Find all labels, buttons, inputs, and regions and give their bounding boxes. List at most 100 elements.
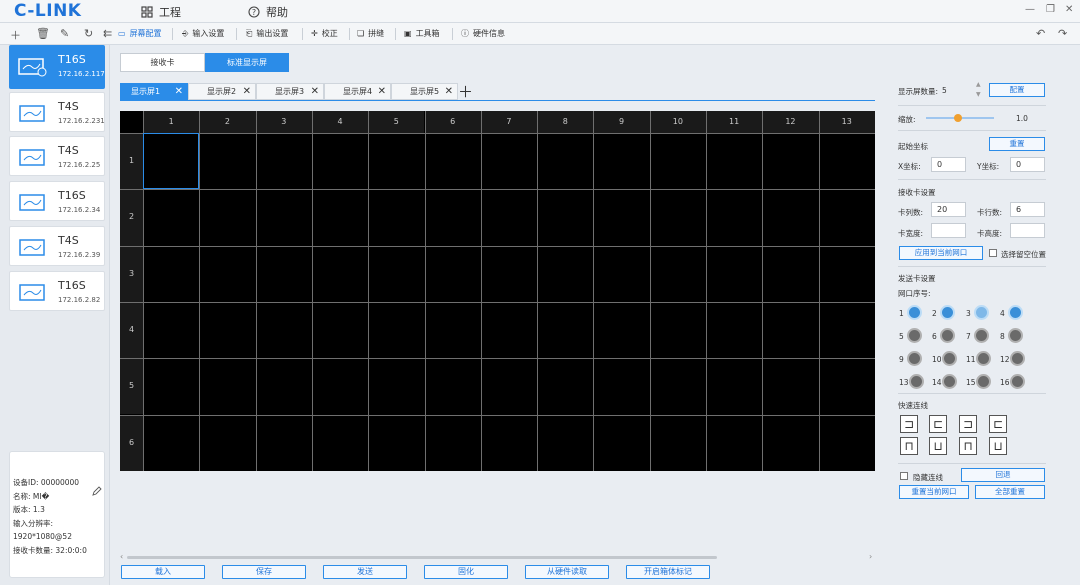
- card-rows-input[interactable]: 6: [1010, 202, 1045, 217]
- quick-connect-pattern-icon[interactable]: ⊔: [929, 437, 947, 455]
- network-port-icon[interactable]: [940, 328, 955, 343]
- tool-output-settings[interactable]: ⎗ 输出设置: [246, 28, 288, 39]
- config-button[interactable]: 配置: [989, 83, 1045, 97]
- network-port-icon[interactable]: [1008, 305, 1023, 320]
- card-width-input[interactable]: [931, 223, 966, 238]
- network-port-icon[interactable]: [907, 351, 922, 366]
- scroll-right-icon[interactable]: ›: [869, 552, 872, 561]
- quick-connect-pattern-icon[interactable]: ⊓: [900, 437, 918, 455]
- close-icon[interactable]: ✕: [175, 84, 183, 100]
- screen-tab-label: 显示屏4: [343, 87, 373, 96]
- horizontal-scrollbar[interactable]: ‹ ›: [120, 552, 875, 561]
- zoom-slider-handle[interactable]: [954, 114, 962, 122]
- tool-screen-config[interactable]: ▭ 屏幕配置: [118, 28, 162, 39]
- network-port-icon[interactable]: [909, 374, 924, 389]
- reset-coord-button[interactable]: 重置: [989, 137, 1045, 151]
- send-button[interactable]: 发送: [323, 565, 407, 579]
- add-tab-icon[interactable]: ＋: [458, 81, 473, 102]
- x-coord-input[interactable]: 0: [931, 157, 966, 172]
- menu-help[interactable]: ? 帮助: [248, 4, 288, 20]
- tool-calibration[interactable]: ✛ 校正: [311, 28, 338, 39]
- card-cols-input[interactable]: 20: [931, 202, 966, 217]
- undo-icon[interactable]: ↶: [1036, 27, 1045, 40]
- network-port-icon[interactable]: [942, 351, 957, 366]
- zoom-value[interactable]: 1.0: [1016, 114, 1028, 123]
- edit-icon[interactable]: ✎: [60, 27, 69, 40]
- network-port-icon[interactable]: [974, 328, 989, 343]
- screen-tab-2[interactable]: 显示屏2 ✕: [188, 83, 256, 100]
- network-port-icon[interactable]: [907, 305, 922, 320]
- scroll-left-icon[interactable]: ‹: [120, 552, 123, 561]
- tool-seam[interactable]: ❏ 拼缝: [357, 28, 384, 39]
- tool-input-settings[interactable]: ⎆ 输入设置: [182, 28, 224, 39]
- device-item-4[interactable]: T16S 172.16.2.34: [9, 181, 105, 221]
- toolbar-divider: [172, 28, 173, 40]
- port-number: 10: [932, 355, 942, 364]
- network-port-icon[interactable]: [940, 305, 955, 320]
- save-button[interactable]: 保存: [222, 565, 306, 579]
- undo-button[interactable]: 回退: [961, 468, 1045, 482]
- scrollbar-thumb[interactable]: [127, 556, 717, 559]
- reset-all-button[interactable]: 全部重置: [975, 485, 1045, 499]
- minimize-icon[interactable]: —: [1025, 4, 1035, 15]
- screen-count-value[interactable]: 5: [942, 86, 947, 95]
- close-icon[interactable]: ✕: [1065, 4, 1073, 15]
- screen-tab-1[interactable]: 显示屏1 ✕: [120, 83, 188, 100]
- selected-cell[interactable]: [143, 133, 199, 189]
- close-icon[interactable]: ✕: [378, 84, 386, 100]
- device-item-6[interactable]: T16S 172.16.2.82: [9, 271, 105, 311]
- tab-standard-screen[interactable]: 标准显示屏: [205, 53, 289, 72]
- y-coord-input[interactable]: 0: [1010, 157, 1045, 172]
- load-button[interactable]: 载入: [121, 565, 205, 579]
- spin-up-icon[interactable]: ▲: [976, 81, 981, 88]
- screen-tab-4[interactable]: 显示屏4 ✕: [324, 83, 391, 100]
- port-number: 8: [1000, 332, 1005, 341]
- add-icon[interactable]: ＋: [10, 27, 21, 43]
- quick-connect-pattern-icon[interactable]: ⊐: [959, 415, 977, 433]
- redo-icon[interactable]: ↷: [1058, 27, 1067, 40]
- network-port-icon[interactable]: [1010, 351, 1025, 366]
- close-icon[interactable]: ✕: [311, 84, 319, 100]
- grid-mark-button[interactable]: 开启箱体标记: [626, 565, 710, 579]
- close-icon[interactable]: ✕: [445, 84, 453, 100]
- network-port-icon[interactable]: [1010, 374, 1025, 389]
- device-item-1[interactable]: T16S 172.16.2.117: [9, 45, 105, 89]
- solidify-button[interactable]: 固化: [424, 565, 508, 579]
- tab-receive-card[interactable]: 接收卡: [120, 53, 205, 72]
- grid-column-header: 8: [537, 111, 594, 133]
- reset-current-port-button[interactable]: 重置当前网口: [899, 485, 969, 499]
- pencil-icon[interactable]: [92, 486, 102, 496]
- network-port-icon[interactable]: [974, 305, 989, 320]
- quick-connect-pattern-icon[interactable]: ⊏: [989, 415, 1007, 433]
- network-port-icon[interactable]: [907, 328, 922, 343]
- close-icon[interactable]: ✕: [243, 84, 251, 100]
- screen-tab-5[interactable]: 显示屏5 ✕: [391, 83, 458, 100]
- select-empty-checkbox[interactable]: [989, 249, 997, 257]
- spin-down-icon[interactable]: ▼: [976, 91, 981, 98]
- tool-toolbox[interactable]: ▣ 工具箱: [404, 28, 440, 39]
- quick-connect-pattern-icon[interactable]: ⊓: [959, 437, 977, 455]
- delete-icon[interactable]: 🗑: [36, 27, 50, 40]
- tool-hardware-info[interactable]: ⓘ 硬件信息: [461, 28, 505, 39]
- apply-port-button[interactable]: 应用到当前网口: [899, 246, 983, 260]
- quick-connect-pattern-icon[interactable]: ⊏: [929, 415, 947, 433]
- network-port-icon[interactable]: [976, 351, 991, 366]
- read-from-hardware-button[interactable]: 从硬件读取: [525, 565, 609, 579]
- device-item-5[interactable]: T4S 172.16.2.39: [9, 226, 105, 266]
- quick-connect-pattern-icon[interactable]: ⊐: [900, 415, 918, 433]
- device-item-2[interactable]: T4S 172.16.2.231: [9, 92, 105, 132]
- card-height-input[interactable]: [1010, 223, 1045, 238]
- network-port-icon[interactable]: [976, 374, 991, 389]
- menu-project[interactable]: 工程: [141, 4, 181, 20]
- refresh-icon[interactable]: ↻: [84, 27, 93, 40]
- collapse-icon[interactable]: ⇇: [103, 27, 112, 40]
- screen-tab-3[interactable]: 显示屏3 ✕: [256, 83, 324, 100]
- device-item-3[interactable]: T4S 172.16.2.25: [9, 136, 105, 176]
- grid-row-header: 6: [120, 414, 143, 471]
- network-port-icon[interactable]: [1008, 328, 1023, 343]
- screen-grid-canvas[interactable]: 1 2 3 4 5 6 7 8 9 10 11 12 13 1 2 3 4 5 6: [120, 111, 875, 471]
- quick-connect-pattern-icon[interactable]: ⊔: [989, 437, 1007, 455]
- network-port-icon[interactable]: [942, 374, 957, 389]
- hide-lines-checkbox[interactable]: [900, 472, 908, 480]
- restore-icon[interactable]: ❐: [1046, 4, 1055, 15]
